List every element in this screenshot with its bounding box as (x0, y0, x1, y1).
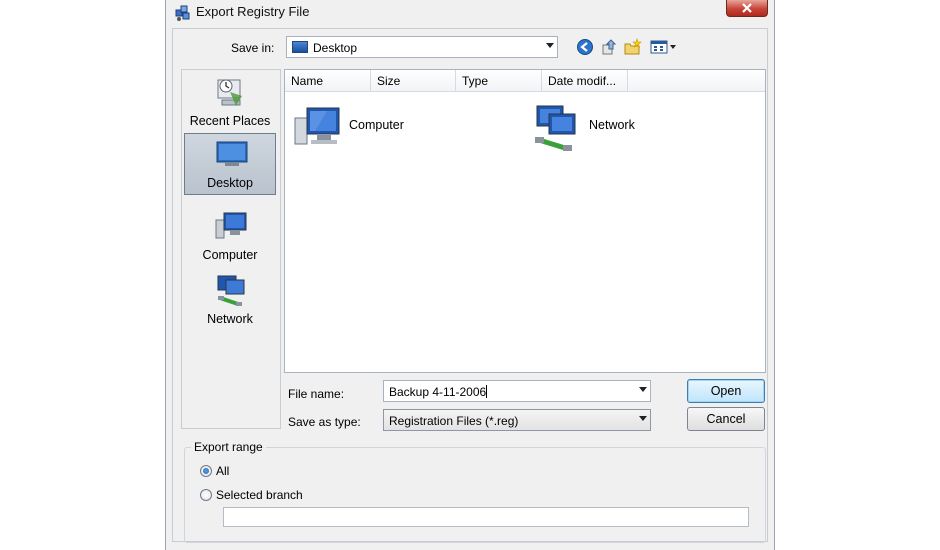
chevron-down-icon (546, 43, 554, 48)
place-label: Recent Places (189, 114, 271, 128)
column-date-modified[interactable]: Date modif... (542, 70, 628, 92)
open-button[interactable]: Open (687, 379, 765, 403)
back-icon (577, 39, 593, 55)
file-list[interactable]: Name Size Type Date modif... Computer Ne… (284, 69, 766, 373)
column-header-row: Name Size Type Date modif... (285, 70, 765, 92)
list-item-label: Computer (349, 118, 404, 132)
desktop-icon (216, 141, 248, 166)
list-item-label: Network (589, 118, 635, 132)
radio-all-label[interactable]: All (216, 464, 229, 478)
close-button[interactable] (726, 0, 768, 17)
list-item-network[interactable]: Network (531, 104, 661, 154)
export-registry-dialog: Export Registry File Save in: Desktop Re… (165, 0, 775, 550)
place-network[interactable]: Network (184, 268, 276, 330)
place-label: Desktop (207, 176, 253, 190)
place-label: Network (207, 312, 253, 326)
views-menu-button[interactable] (650, 38, 678, 56)
title-bar[interactable]: Export Registry File (166, 0, 774, 24)
place-computer[interactable]: Computer (184, 204, 276, 266)
export-range-title: Export range (191, 440, 266, 454)
place-label: Computer (202, 248, 258, 262)
back-button[interactable] (576, 38, 596, 56)
recent-places-icon (217, 79, 242, 106)
registry-editor-icon (174, 4, 192, 22)
network-icon (217, 275, 245, 306)
close-icon (742, 3, 752, 13)
place-desktop[interactable]: Desktop (184, 133, 276, 195)
computer-icon (215, 212, 247, 239)
file-name-value: Backup 4-11-2006 (389, 385, 488, 399)
column-type[interactable]: Type (456, 70, 542, 92)
chevron-down-icon (639, 416, 647, 421)
file-name-input[interactable]: Backup 4-11-2006 (383, 380, 651, 402)
save-in-value: Desktop (313, 41, 358, 55)
up-folder-button[interactable] (600, 38, 620, 56)
chevron-down-icon[interactable] (639, 387, 647, 392)
new-folder-icon (624, 38, 642, 55)
cancel-button[interactable]: Cancel (687, 407, 765, 431)
places-bar: Recent Places Desktop Computer Network (181, 69, 281, 429)
dialog-body: Save in: Desktop Recent Places Desktop C… (172, 28, 768, 543)
save-as-type-value: Registration Files (*.reg) (389, 414, 519, 428)
save-as-type-dropdown[interactable]: Registration Files (*.reg) (383, 409, 651, 431)
new-folder-button[interactable] (624, 38, 644, 56)
column-size[interactable]: Size (371, 70, 456, 92)
up-folder-icon (602, 39, 617, 55)
radio-selected-branch[interactable] (200, 489, 212, 501)
radio-all[interactable] (200, 465, 212, 477)
views-menu-icon (650, 40, 676, 54)
network-icon (535, 105, 576, 151)
list-item-computer[interactable]: Computer (293, 104, 413, 154)
save-as-type-label: Save as type: (288, 415, 361, 429)
save-in-label: Save in: (231, 41, 275, 55)
dialog-title: Export Registry File (196, 4, 310, 19)
desktop-icon (292, 41, 308, 53)
selected-branch-input[interactable] (223, 507, 749, 527)
computer-icon (294, 107, 340, 145)
column-name[interactable]: Name (285, 70, 371, 92)
radio-selected-branch-label[interactable]: Selected branch (216, 488, 303, 502)
file-name-label: File name: (288, 387, 345, 401)
place-recent-places[interactable]: Recent Places (184, 70, 276, 132)
save-in-dropdown[interactable]: Desktop (286, 36, 558, 58)
